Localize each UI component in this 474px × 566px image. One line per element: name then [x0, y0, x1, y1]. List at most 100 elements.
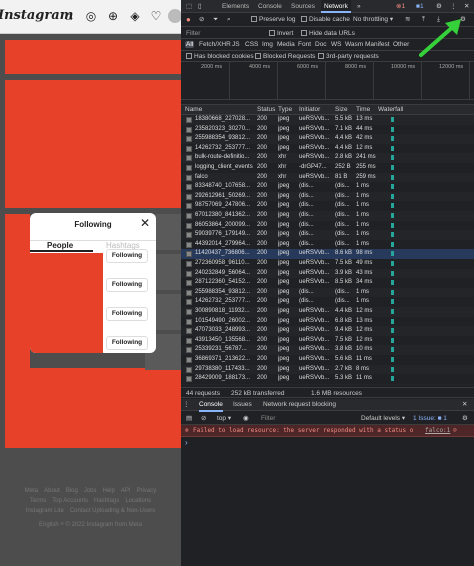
heart-icon[interactable]: ♡	[149, 9, 163, 23]
blocked-requests-checkbox[interactable]: Blocked Requests	[255, 52, 315, 62]
table-row[interactable]: 14262732_253777... 200 jpeg ueRSVvb... 4.4 k…	[181, 144, 474, 154]
table-row[interactable]: 98757069_247806... 200 jpeg (dis... (dis... 1…	[181, 201, 474, 211]
column-status[interactable]: Status	[257, 106, 275, 113]
column-time[interactable]: Time	[356, 106, 370, 113]
footer-link[interactable]: Top Accounts	[52, 496, 88, 506]
table-row[interactable]: 235820323_30270... 200 jpeg ueRSVvb... 7.1 k…	[181, 125, 474, 135]
table-row[interactable]: 59039776_179149... 200 jpeg (dis... (dis... 1…	[181, 230, 474, 240]
type-filter-doc[interactable]: Doc	[315, 41, 327, 48]
live-expression-icon[interactable]: ◉	[243, 414, 249, 424]
table-row[interactable]: 29738380_117433... 200 jpeg ueRSVvb... 2.7 k…	[181, 364, 474, 375]
type-filter-fetch[interactable]: Fetch/XHR	[199, 41, 231, 48]
footer-link[interactable]: About	[44, 486, 60, 496]
table-row[interactable]: 67012380_841362... 200 jpeg (dis... (dis... 1…	[181, 211, 474, 221]
new-post-icon[interactable]: ⊕	[106, 9, 120, 23]
table-row[interactable]: 83348740_107658... 200 jpeg (dis... (dis... 1…	[181, 182, 474, 192]
type-filter-other[interactable]: Other	[393, 41, 409, 48]
has-blocked-cookies-checkbox[interactable]: Has blocked cookies	[186, 52, 254, 62]
type-filter-media[interactable]: Media	[277, 41, 295, 48]
tab-console[interactable]: Console	[255, 0, 285, 13]
record-icon[interactable]: ●	[186, 15, 191, 24]
device-toolbar-icon[interactable]: ▯	[195, 0, 205, 13]
table-row[interactable]: 287122360_54152... 200 jpeg ueRSVvb... 8.5 k…	[181, 278, 474, 288]
hide-data-urls-checkbox[interactable]: Hide data URLs	[301, 29, 355, 39]
console-prompt-icon[interactable]: ›	[185, 438, 188, 447]
table-row[interactable]: 25339231_56787... 200 jpeg ueRSVvb... 3.8 kB…	[181, 345, 474, 355]
footer-link[interactable]: Help	[103, 486, 115, 496]
context-select[interactable]: top ▾	[217, 414, 231, 424]
tab-network[interactable]: Network	[321, 0, 351, 13]
type-filter-all[interactable]: All	[185, 41, 195, 48]
drawer-menu-icon[interactable]: ⋮	[183, 400, 190, 410]
error-source-link[interactable]: falco:1	[425, 425, 450, 437]
footer-link[interactable]: Locations	[125, 496, 151, 506]
console-filter-input[interactable]: Filter	[261, 414, 275, 424]
footer-link[interactable]: Instagram Lite	[26, 506, 64, 516]
close-drawer-icon[interactable]: ✕	[462, 400, 467, 410]
network-conditions-icon[interactable]: ≋	[405, 15, 410, 25]
table-row[interactable]: bulk-route-definitio...200xhr-drGP47...1…	[181, 383, 474, 385]
clear-icon[interactable]: ⊘	[199, 15, 204, 25]
drawer-tab-issues[interactable]: Issues	[233, 400, 252, 410]
more-tabs-icon[interactable]: »	[354, 0, 364, 13]
following-button[interactable]: Following	[106, 307, 148, 321]
column-name[interactable]: Name	[185, 106, 202, 113]
following-button[interactable]: Following	[106, 278, 148, 292]
table-row[interactable]: 14262732_253777... 200 jpeg (dis... (dis... 1…	[181, 297, 474, 307]
table-row[interactable]: 101549490_26002... 200 jpeg ueRSVvb... 6.8 k…	[181, 317, 474, 327]
close-icon[interactable]: ✕	[140, 216, 150, 230]
table-row[interactable]: bulk-route-definitio... 200 xhr ueRSVvb... 2…	[181, 153, 474, 163]
table-row[interactable]: 240232849_56064... 200 jpeg ueRSVvb... 3.9 k…	[181, 268, 474, 279]
type-filter-img[interactable]: Img	[262, 41, 273, 48]
table-row[interactable]: 18380668_227028... 200 jpeg ueRSVvb... 5.5 k…	[181, 115, 474, 125]
table-row[interactable]: 300890818_11932... 200 jpeg ueRSVvb... 4.4 k…	[181, 307, 474, 317]
footer-link[interactable]: Terms	[30, 496, 46, 506]
table-row[interactable]: 11420437_736806... 200 jpeg ueRSVvb... 8.6 k…	[181, 249, 474, 259]
type-filter-js[interactable]: JS	[232, 41, 240, 48]
invert-checkbox[interactable]: Invert	[269, 29, 293, 39]
table-row[interactable]: logging_client_events 200 xhr -drGP47... 252…	[181, 163, 474, 173]
search-icon[interactable]: ⌕	[227, 15, 231, 25]
table-row[interactable]: 47073033_248993... 200 jpeg ueRSVvb... 9.4 k…	[181, 326, 474, 336]
table-row[interactable]: 272360958_96110... 200 jpeg ueRSVvb... 7.5 k…	[181, 259, 474, 269]
tab-sources[interactable]: Sources	[288, 0, 318, 13]
table-row[interactable]: 28429009_188173... 200 jpeg ueRSVvb... 5.3 k…	[181, 374, 474, 384]
table-row[interactable]: 292612961_50269... 200 jpeg (dis... (dis... 1…	[181, 191, 474, 202]
messenger-icon[interactable]: ◎	[84, 9, 98, 23]
type-filter-font[interactable]: Font	[298, 41, 311, 48]
tab-elements[interactable]: Elements	[219, 0, 252, 13]
log-levels-select[interactable]: Default levels ▾	[361, 414, 405, 424]
issues-badge[interactable]: ■1	[413, 0, 427, 13]
column-type[interactable]: Type	[278, 106, 292, 113]
close-devtools-icon[interactable]: ✕	[461, 0, 472, 13]
footer-link[interactable]: Jobs	[84, 486, 97, 496]
column-size[interactable]: Size	[335, 106, 348, 113]
disable-cache-checkbox[interactable]: Disable cache	[301, 15, 350, 25]
footer-link[interactable]: Meta	[25, 486, 38, 496]
kebab-menu-icon[interactable]: ⋮	[447, 0, 460, 13]
type-filter-css[interactable]: CSS	[245, 41, 258, 48]
column-waterfall[interactable]: Waterfall	[378, 106, 403, 113]
filter-icon[interactable]: ⏷	[213, 15, 218, 25]
following-button[interactable]: Following	[106, 249, 148, 263]
avatar[interactable]	[168, 9, 181, 23]
error-badge[interactable]: ⊗1	[393, 0, 408, 13]
table-row[interactable]: 43913450_135568... 200 jpeg ueRSVvb... 7.5 k…	[181, 336, 474, 346]
preserve-log-checkbox[interactable]: Preserve log	[251, 15, 296, 25]
footer-link[interactable]: Contact Uploading & Non-Users	[70, 506, 155, 516]
type-filter-ws[interactable]: WS	[331, 41, 341, 48]
inspect-icon[interactable]: ⬚	[183, 0, 195, 13]
third-party-checkbox[interactable]: 3rd-party requests	[318, 52, 379, 62]
filter-input[interactable]: Filter	[186, 29, 200, 39]
footer-link[interactable]: Privacy	[137, 486, 157, 496]
column-initiator[interactable]: Initiator	[299, 106, 320, 113]
type-filter-manifest[interactable]: Manifest	[365, 41, 390, 48]
ai-explain-icon[interactable]: ☺	[453, 425, 457, 437]
sidebar-toggle-icon[interactable]: ▤	[186, 414, 192, 424]
explore-icon[interactable]: ◈	[128, 9, 142, 23]
table-row[interactable]: 255988354_93812... 200 jpeg (dis... (dis... 1…	[181, 287, 474, 298]
table-row[interactable]: 255988354_93812... 200 jpeg ueRSVvb... 4.4 k…	[181, 134, 474, 144]
type-filter-wasm[interactable]: Wasm	[345, 41, 363, 48]
console-settings-icon[interactable]: ⚙	[462, 414, 468, 424]
clear-console-icon[interactable]: ⊘	[201, 414, 206, 424]
